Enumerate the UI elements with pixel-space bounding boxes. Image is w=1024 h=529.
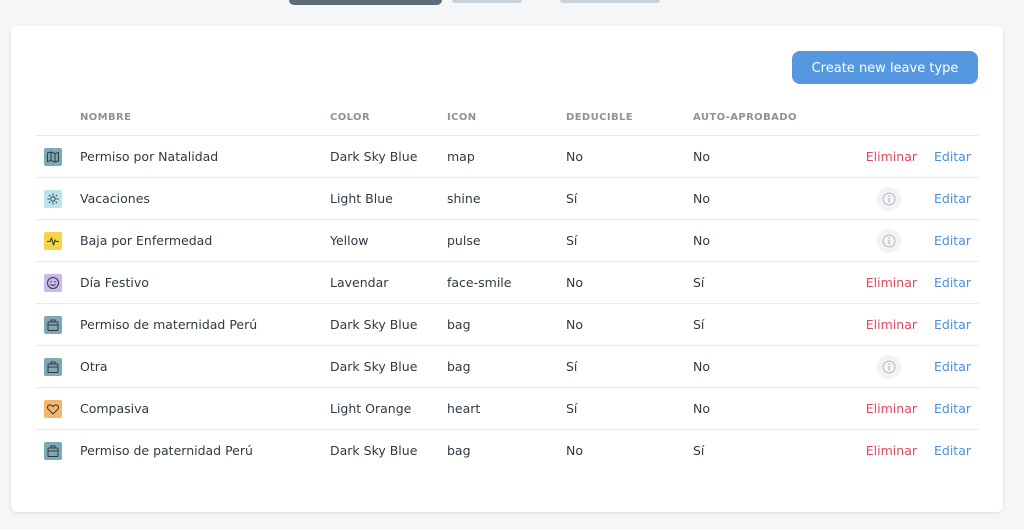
leave-type-auto-approved: Sí	[693, 261, 843, 304]
leave-type-name: Permiso por Natalidad	[80, 135, 330, 178]
table-header-row: NOMBRE COLOR ICON DEDUCIBLE AUTO-APROBAD…	[36, 100, 979, 136]
leave-type-name: Permiso de paternidad Perú	[80, 443, 253, 458]
table-row: Permiso por Natalidad Dark Sky Blue map …	[36, 135, 979, 178]
leave-type-icon-name: bag	[447, 303, 566, 346]
create-leave-type-button[interactable]: Create new leave type	[792, 51, 978, 84]
delete-link[interactable]: Eliminar	[843, 430, 929, 472]
top-tab-strip	[0, 0, 1024, 8]
shine-icon	[44, 189, 62, 208]
leave-type-auto-approved: Sí	[693, 303, 843, 346]
column-header-color: COLOR	[330, 100, 447, 136]
leave-type-deductible: Sí	[566, 219, 693, 262]
leave-type-icon-name: bag	[447, 345, 566, 388]
leave-type-color: Dark Sky Blue	[330, 345, 447, 388]
heart-icon	[44, 399, 62, 418]
leave-type-auto-approved: No	[693, 387, 843, 430]
edit-link[interactable]: Editar	[929, 261, 979, 304]
column-header-deductible: DEDUCIBLE	[566, 100, 693, 136]
leave-type-color: Dark Sky Blue	[330, 443, 418, 458]
leave-types-table: NOMBRE COLOR ICON DEDUCIBLE AUTO-APROBAD…	[36, 100, 979, 471]
leave-type-auto-approved: No	[693, 135, 843, 178]
leave-type-name: Permiso de maternidad Perú	[80, 303, 330, 346]
leave-type-color: Lavendar	[330, 261, 447, 304]
leave-type-auto-approved: Sí	[693, 443, 705, 458]
table-row: Baja por Enfermedad Yellow pulse Sí No E…	[36, 219, 979, 262]
leave-type-name: Vacaciones	[80, 177, 330, 220]
column-header-icon: ICON	[447, 100, 566, 136]
edit-link[interactable]: Editar	[929, 135, 979, 178]
leave-type-color: Light Blue	[330, 177, 447, 220]
map-icon	[44, 147, 62, 166]
leave-type-color: Dark Sky Blue	[330, 135, 447, 178]
column-header-name: NOMBRE	[80, 100, 330, 136]
leave-type-icon-name: map	[447, 135, 566, 178]
edit-link[interactable]: Editar	[929, 219, 979, 262]
leave-type-icon-name: pulse	[447, 219, 566, 262]
table-row: Vacaciones Light Blue shine Sí No Editar	[36, 177, 979, 220]
edit-link[interactable]: Editar	[929, 387, 979, 430]
edit-link[interactable]: Editar	[929, 430, 979, 472]
pulse-icon	[44, 231, 62, 250]
leave-types-card: Create new leave type NOMBRE COLOR ICON …	[11, 26, 1003, 512]
leave-type-deductible: Sí	[566, 345, 693, 388]
table-row: Día Festivo Lavendar face-smile No Sí El…	[36, 261, 979, 304]
column-header-auto-approved: AUTO-APROBADO	[693, 100, 843, 136]
leave-type-name: Compasiva	[80, 387, 330, 430]
face-smile-icon	[44, 273, 62, 292]
delete-link[interactable]: Eliminar	[843, 387, 929, 430]
leave-type-auto-approved: No	[693, 177, 843, 220]
info-icon[interactable]	[877, 186, 901, 211]
bag-icon	[44, 357, 62, 376]
edit-link[interactable]: Editar	[929, 345, 979, 388]
leave-type-color: Yellow	[330, 219, 447, 262]
edit-link[interactable]: Editar	[929, 177, 979, 220]
tab-indicator[interactable]	[452, 0, 522, 3]
leave-type-deductible: No	[566, 443, 583, 458]
table-row: Permiso de paternidad Perú Dark Sky Blue…	[36, 430, 979, 472]
leave-type-deductible: No	[566, 303, 693, 346]
leave-type-deductible: Sí	[566, 387, 693, 430]
info-icon[interactable]	[877, 228, 901, 253]
leave-type-name: Día Festivo	[80, 261, 330, 304]
table-row: Compasiva Light Orange heart Sí No Elimi…	[36, 387, 979, 430]
delete-link[interactable]: Eliminar	[843, 303, 929, 346]
leave-type-color: Dark Sky Blue	[330, 303, 447, 346]
delete-link[interactable]: Eliminar	[843, 261, 929, 304]
leave-type-icon-name: face-smile	[447, 261, 566, 304]
leave-type-icon-name: bag	[447, 443, 471, 458]
leave-type-color: Light Orange	[330, 387, 447, 430]
table-row: Otra Dark Sky Blue bag Sí No Editar	[36, 345, 979, 388]
leave-type-icon-name: shine	[447, 177, 566, 220]
leave-type-deductible: No	[566, 135, 693, 178]
leave-type-deductible: No	[566, 261, 693, 304]
delete-link[interactable]: Eliminar	[843, 135, 929, 178]
edit-link[interactable]: Editar	[929, 303, 979, 346]
bag-icon	[44, 441, 62, 460]
leave-type-auto-approved: No	[693, 219, 843, 262]
active-tab-indicator[interactable]	[289, 0, 442, 5]
leave-type-name: Baja por Enfermedad	[80, 219, 330, 262]
leave-type-deductible: Sí	[566, 177, 693, 220]
tab-indicator[interactable]	[560, 0, 660, 3]
info-icon[interactable]	[877, 354, 901, 379]
leave-type-name: Otra	[80, 345, 330, 388]
leave-type-icon-name: heart	[447, 387, 566, 430]
leave-type-auto-approved: No	[693, 345, 843, 388]
bag-icon	[44, 315, 62, 334]
table-row: Permiso de maternidad Perú Dark Sky Blue…	[36, 303, 979, 346]
